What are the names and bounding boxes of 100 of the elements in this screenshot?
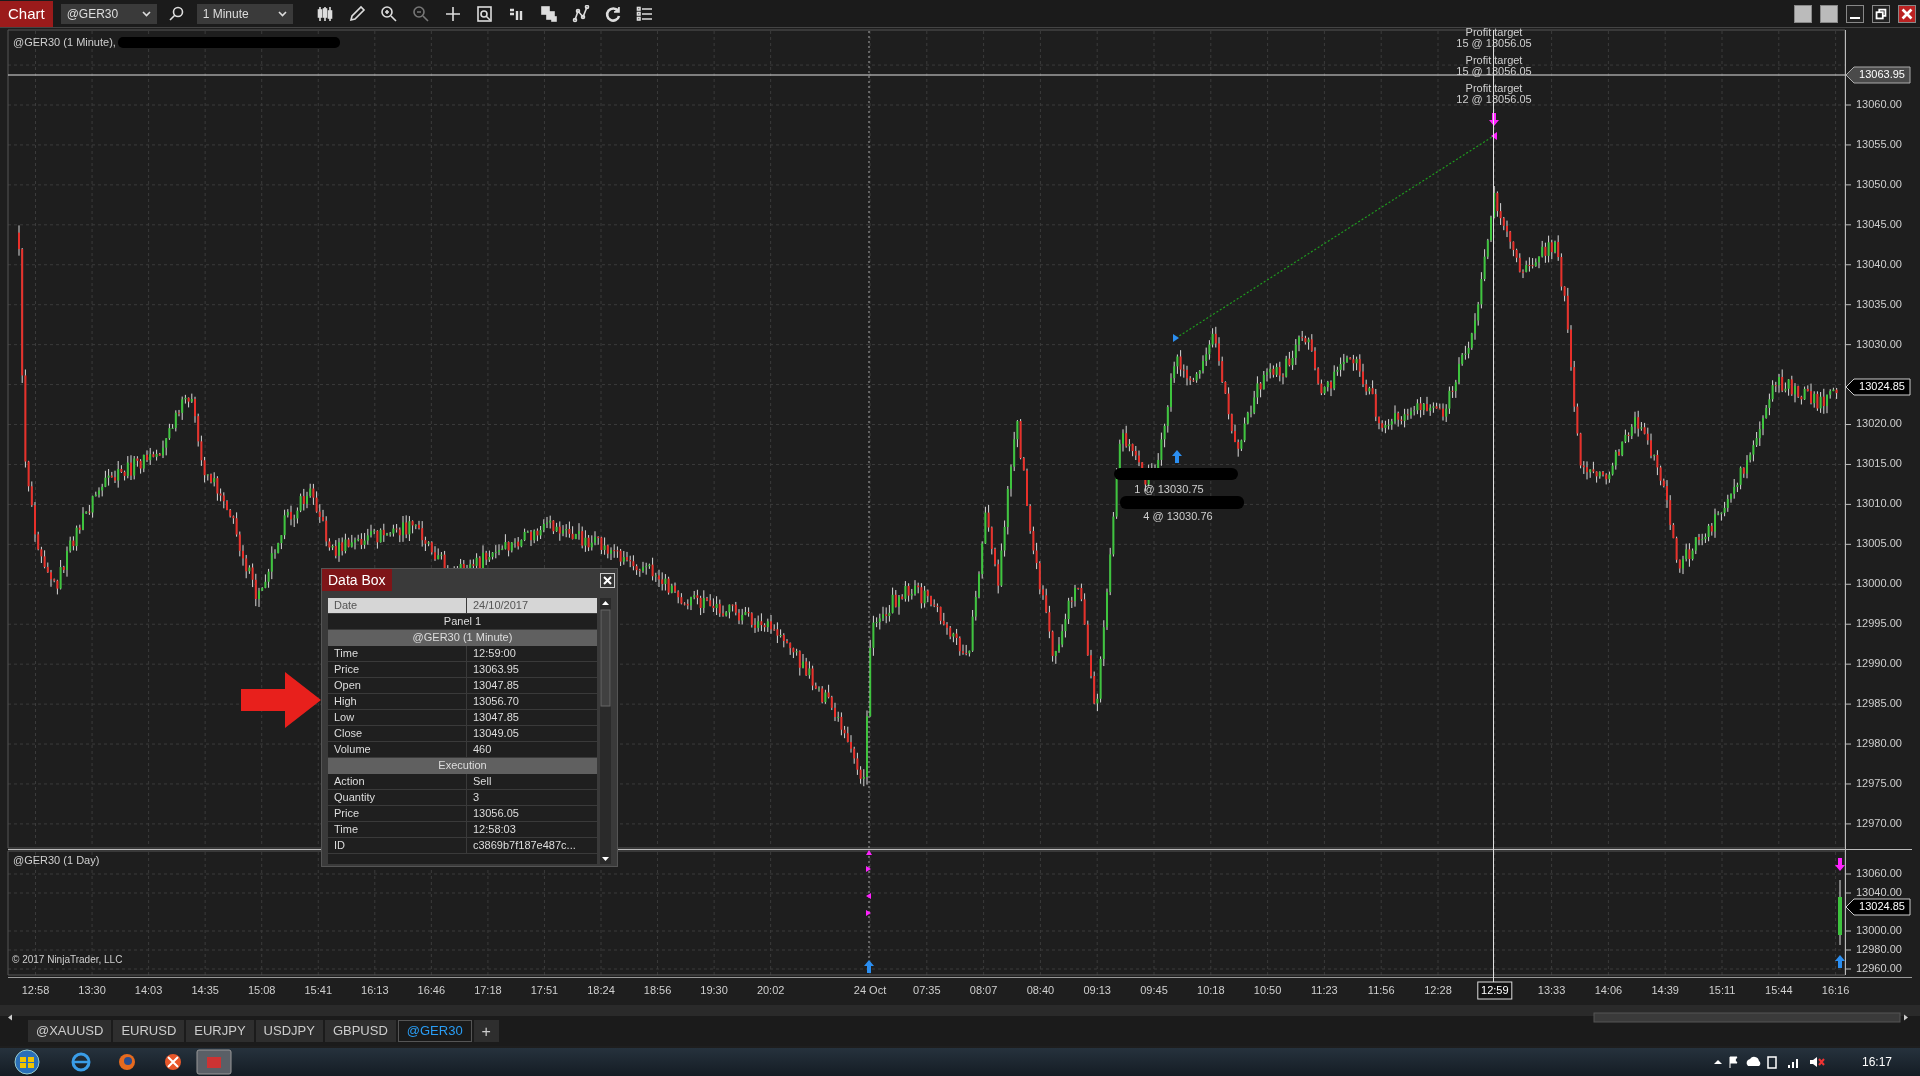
- add-tab-button[interactable]: +: [473, 1020, 499, 1042]
- time-label: 17:18: [474, 983, 502, 996]
- row-label: Date: [328, 598, 466, 614]
- time-label: 08:07: [969, 983, 998, 996]
- profit-target-label: Profit target: [1465, 53, 1523, 66]
- row-label: Price: [328, 806, 466, 822]
- caret-icon: [277, 10, 287, 17]
- fill-label: 1 @ 13030.75: [1134, 482, 1204, 495]
- close-button[interactable]: [1898, 4, 1916, 23]
- time-label: 12:59: [1477, 981, 1513, 1000]
- row-label: Time: [328, 822, 466, 838]
- price-label: 13060.00: [1856, 97, 1902, 110]
- price-label: 13010.00: [1856, 497, 1902, 510]
- copyright-text: © 2017 NinjaTrader, LLC: [12, 953, 123, 965]
- scrollbar-thumb[interactable]: [600, 609, 611, 707]
- price-label: 13035.00: [1856, 297, 1902, 310]
- instrument-tab[interactable]: @XAUUSD: [28, 1020, 112, 1042]
- time-label: 12:58: [21, 983, 50, 996]
- row-value: 3: [466, 790, 597, 806]
- time-label: 09:45: [1140, 983, 1168, 996]
- row-value: Sell: [466, 774, 597, 790]
- restore-button[interactable]: [1872, 4, 1890, 23]
- scrollbar-thumb[interactable]: [1593, 1012, 1901, 1023]
- time-label: 16:16: [1821, 983, 1850, 996]
- time-label: 10:18: [1197, 983, 1225, 996]
- time-label: 12:28: [1424, 983, 1452, 996]
- price-label: 13040.00: [1856, 257, 1902, 270]
- row-value: 13063.95: [466, 662, 597, 678]
- time-label: 10:50: [1253, 983, 1282, 996]
- row-value: 13047.85: [466, 710, 597, 726]
- scroll-left-icon[interactable]: [8, 1014, 12, 1021]
- instrument-tab[interactable]: @GER30: [397, 1020, 472, 1042]
- profit-target-label: Profit target: [1465, 28, 1523, 38]
- row-label: High: [328, 694, 466, 710]
- interval-dropdown[interactable]: 1 Minute: [196, 3, 293, 24]
- time-label: 15:44: [1765, 983, 1793, 996]
- row-label: Quantity: [328, 790, 466, 806]
- panel-title: @GER30 (1 Day): [13, 853, 100, 866]
- row-value: 24/10/2017: [466, 598, 597, 614]
- app-icon[interactable]: [162, 1051, 184, 1073]
- time-label: 09:13: [1083, 983, 1111, 996]
- row-value: 12:58:03: [466, 822, 597, 838]
- chart-title: @GER30 (1 Minute),: [13, 35, 116, 48]
- row-label: Time: [328, 646, 466, 662]
- price-label: 12975.00: [1856, 776, 1902, 789]
- scrollbar[interactable]: [600, 598, 611, 864]
- scroll-down-icon[interactable]: [602, 857, 609, 861]
- row-label: Price: [328, 662, 466, 678]
- row-label: ID: [328, 838, 466, 854]
- close-button[interactable]: [600, 572, 615, 588]
- price-label: 13005.00: [1856, 537, 1902, 550]
- time-label: 11:56: [1367, 983, 1395, 996]
- price-label: 13000.00: [1856, 923, 1902, 936]
- price-label: 12985.00: [1856, 697, 1902, 709]
- layout-button[interactable]: [1794, 4, 1812, 23]
- instrument-dropdown[interactable]: @GER30: [60, 3, 157, 24]
- minimize-button[interactable]: [1846, 4, 1864, 23]
- time-label: 18:56: [643, 983, 672, 996]
- instrument-tab[interactable]: EURJPY: [186, 1020, 254, 1042]
- exit-marker-icon: [1491, 132, 1497, 140]
- price-label: 13060.00: [1856, 866, 1902, 879]
- browser-icon[interactable]: [116, 1051, 138, 1073]
- scroll-right-icon[interactable]: [1904, 1014, 1908, 1021]
- instrument-tab[interactable]: USDJPY: [255, 1020, 323, 1042]
- time-label: 15:41: [304, 983, 332, 996]
- price-label: 13020.00: [1856, 417, 1902, 430]
- scroll-up-icon[interactable]: [602, 601, 609, 605]
- buy-arrow-icon: [1835, 955, 1845, 968]
- minimize-icon: [1850, 16, 1860, 19]
- row-value: 13047.85: [466, 678, 597, 694]
- profit-target-label: Profit target: [1465, 81, 1523, 94]
- time-label: 13:30: [78, 983, 106, 996]
- price-label: 12960.00: [1856, 961, 1902, 974]
- section-heading: Panel 1: [328, 614, 597, 630]
- time-label: 16:13: [361, 983, 389, 996]
- layout-button[interactable]: [1820, 4, 1838, 23]
- crosshair-price-tag: 13063.95: [1845, 66, 1911, 84]
- row-value: c3869b7f187e487c...: [466, 838, 597, 854]
- price-label: 12980.00: [1856, 736, 1902, 749]
- browser-icon[interactable]: [70, 1051, 92, 1073]
- price-label: 13030.00: [1856, 337, 1902, 350]
- price-label: 13050.00: [1856, 177, 1902, 190]
- fill-label: 4 @ 13030.76: [1143, 509, 1213, 522]
- sell-arrow-icon: [1835, 858, 1845, 871]
- time-label: 15:08: [247, 983, 276, 996]
- row-label: Open: [328, 678, 466, 694]
- buy-arrow-icon: [1172, 450, 1182, 463]
- time-label: 14:39: [1651, 983, 1679, 996]
- time-label: 17:51: [530, 983, 559, 996]
- row-value: 13056.70: [466, 694, 597, 710]
- price-label: 12990.00: [1856, 657, 1902, 670]
- panel-title: Data Box: [322, 569, 392, 591]
- last-price-tag: 13024.85: [1845, 378, 1911, 396]
- instrument-tab[interactable]: EURUSD: [113, 1020, 185, 1042]
- caret-icon: [141, 10, 151, 17]
- daily-candle-drawing: [1838, 879, 1842, 946]
- instrument-tab[interactable]: GBPUSD: [324, 1020, 396, 1042]
- buy-arrow-icon: [864, 960, 874, 973]
- price-label: 13045.00: [1856, 217, 1902, 230]
- section-heading: Execution: [328, 758, 597, 774]
